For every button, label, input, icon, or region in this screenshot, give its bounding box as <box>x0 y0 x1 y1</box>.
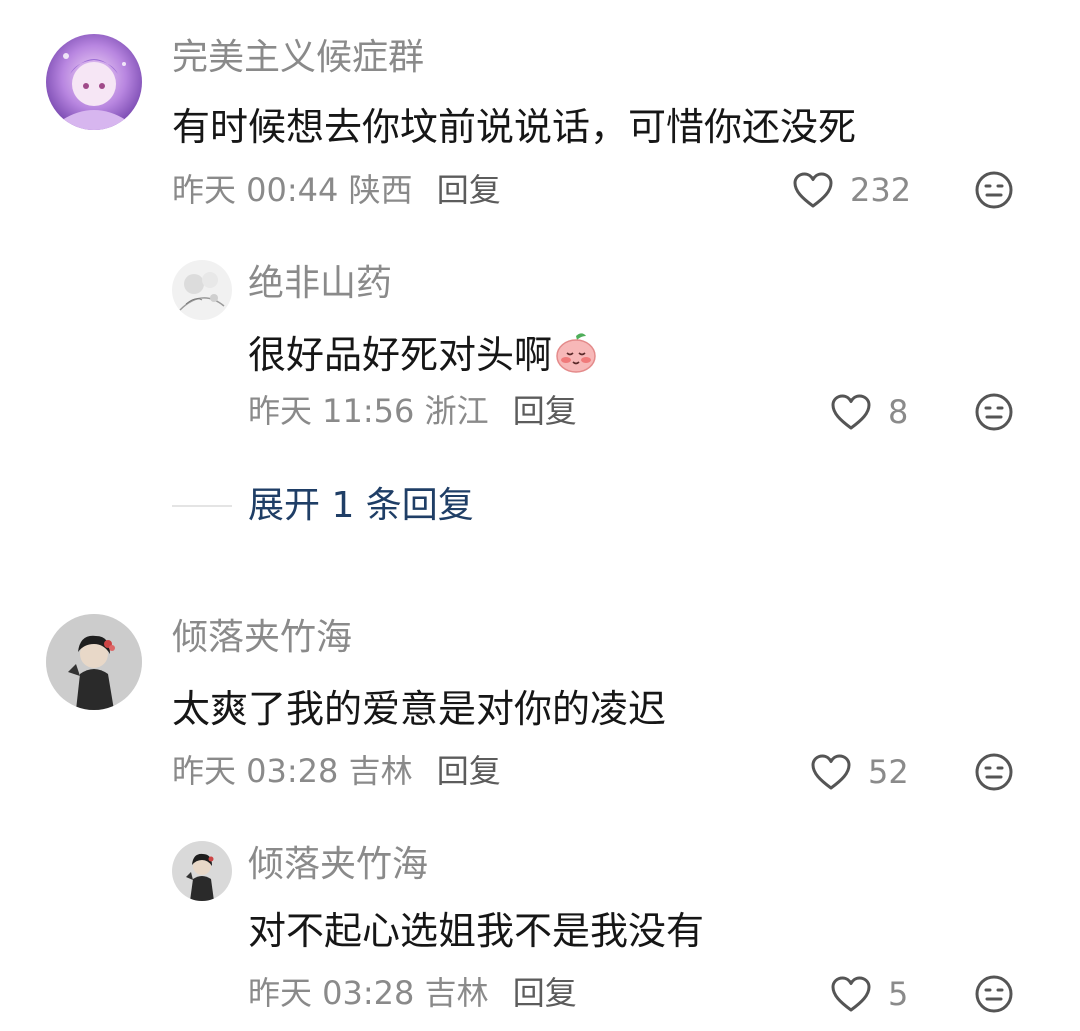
avatar-image <box>46 614 142 710</box>
timestamp: 昨天 03:28 <box>248 974 415 1012</box>
comment-text: 有时候想去你坟前说说话，可惜你还没死 <box>172 105 857 149</box>
username[interactable]: 绝非山药 <box>248 266 392 302</box>
timestamp: 昨天 11:56 <box>248 392 415 430</box>
heart-outline-icon <box>811 754 851 790</box>
comment-meta: 昨天 03:28 吉林 回复 <box>248 977 577 1009</box>
like-count: 8 <box>888 393 909 431</box>
avatar-image <box>46 34 142 130</box>
like-count: 52 <box>868 753 909 791</box>
like-button[interactable]: 52 <box>810 750 909 794</box>
location: 吉林 <box>348 752 413 790</box>
avatar[interactable] <box>46 614 142 710</box>
like-count: 5 <box>888 975 909 1013</box>
dislike-button[interactable] <box>974 392 1014 432</box>
avatar-image <box>172 260 232 320</box>
reply-button[interactable]: 回复 <box>513 392 577 430</box>
timestamp: 昨天 03:28 <box>172 752 339 790</box>
dislike-button[interactable] <box>974 170 1014 210</box>
avatar[interactable] <box>46 34 142 130</box>
like-button[interactable]: 8 <box>830 390 908 434</box>
reply-button[interactable]: 回复 <box>437 752 501 790</box>
dislike-button[interactable] <box>974 752 1014 792</box>
comment-text: 很好品好死对头啊 <box>248 330 598 374</box>
meh-face-icon <box>975 171 1013 209</box>
avatar-image <box>172 841 232 901</box>
comment-meta: 昨天 00:44 陕西 回复 <box>172 174 501 206</box>
comment-text: 太爽了我的爱意是对你的凌迟 <box>172 687 667 731</box>
shy-peach-emoji <box>556 333 596 373</box>
comment-meta: 昨天 11:56 浙江 回复 <box>248 395 577 427</box>
username[interactable]: 完美主义候症群 <box>172 40 424 76</box>
avatar[interactable] <box>172 260 232 320</box>
location: 陕西 <box>348 171 413 209</box>
dislike-button[interactable] <box>974 974 1014 1014</box>
timestamp: 昨天 00:44 <box>172 171 339 209</box>
heart-outline-icon <box>793 172 833 208</box>
meh-face-icon <box>975 975 1013 1013</box>
comment-text: 对不起心选姐我不是我没有 <box>248 909 705 953</box>
username[interactable]: 倾落夹竹海 <box>248 847 428 883</box>
username[interactable]: 倾落夹竹海 <box>172 620 352 656</box>
reply-text: 很好品好死对头啊 <box>248 333 553 377</box>
heart-outline-icon <box>831 976 871 1012</box>
like-count: 232 <box>850 171 912 209</box>
heart-outline-icon <box>831 394 871 430</box>
location: 吉林 <box>424 974 489 1012</box>
reply-button[interactable]: 回复 <box>437 171 501 209</box>
like-button[interactable]: 232 <box>792 168 911 212</box>
comment-list: { "comments": [ { "username": "完美主义候症群",… <box>0 0 1080 1031</box>
expand-divider <box>172 505 232 507</box>
expand-replies-button[interactable]: 展开 1 条回复 <box>248 488 474 524</box>
location: 浙江 <box>424 392 489 430</box>
like-button[interactable]: 5 <box>830 972 908 1016</box>
reply-button[interactable]: 回复 <box>513 974 577 1012</box>
comment-meta: 昨天 03:28 吉林 回复 <box>172 755 501 787</box>
meh-face-icon <box>975 753 1013 791</box>
meh-face-icon <box>975 393 1013 431</box>
avatar[interactable] <box>172 841 232 901</box>
